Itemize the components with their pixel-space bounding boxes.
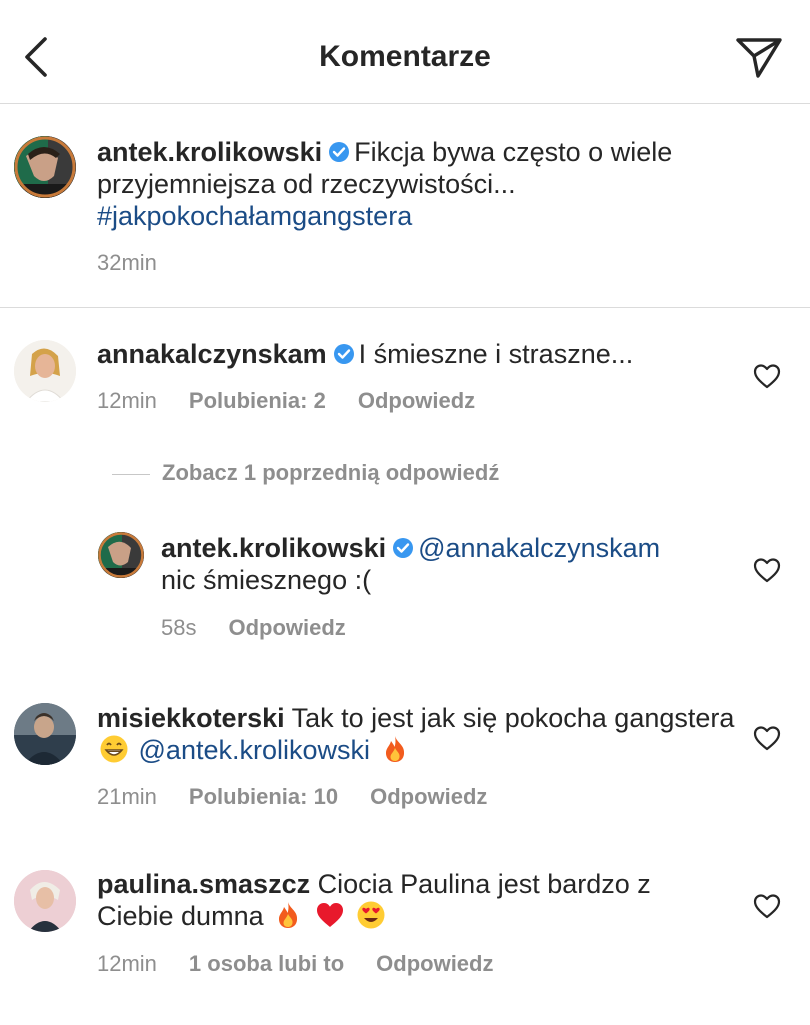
- comment-text: misiekkoterski Tak to jest jak się pokoc…: [97, 702, 737, 766]
- view-previous-replies[interactable]: Zobacz 1 poprzednią odpowiedź: [112, 460, 499, 488]
- timestamp: 58s: [161, 615, 197, 640]
- header-bar: Komentarze: [0, 0, 810, 104]
- reply-button[interactable]: Odpowiedz: [228, 615, 345, 640]
- caption-text: antek.krolikowski Fikcja bywa często o wi…: [97, 136, 747, 232]
- reply-username[interactable]: antek.krolikowski: [161, 533, 386, 563]
- verified-badge-icon: [393, 538, 414, 558]
- reply-button[interactable]: Odpowiedz: [370, 784, 487, 809]
- heart-icon[interactable]: [752, 724, 782, 752]
- avatar[interactable]: [14, 870, 76, 932]
- timestamp: 12min: [97, 951, 157, 976]
- hashtag-link[interactable]: #jakpokochałamgangstera: [97, 201, 412, 231]
- comment-body: Tak to jest jak się pokocha gangstera: [291, 703, 735, 733]
- post-caption: antek.krolikowski Fikcja bywa często o wi…: [0, 104, 810, 308]
- reply-button[interactable]: Odpowiedz: [358, 388, 475, 413]
- heart-icon[interactable]: [752, 362, 782, 390]
- timestamp: 32min: [97, 250, 157, 275]
- mention-link[interactable]: @antek.krolikowski: [139, 735, 370, 765]
- comment-meta: 12min Polubienia: 2 Odpowiedz: [97, 388, 507, 414]
- timestamp: 21min: [97, 784, 157, 809]
- paper-plane-icon: [736, 38, 782, 78]
- caption-username[interactable]: antek.krolikowski: [97, 137, 322, 167]
- avatar[interactable]: [14, 703, 76, 765]
- likes-count[interactable]: Polubienia: 10: [189, 784, 338, 809]
- verified-badge-icon: [329, 142, 350, 162]
- likes-count[interactable]: Polubienia: 2: [189, 388, 326, 413]
- comment-username[interactable]: misiekkoterski: [97, 703, 285, 733]
- comment-text: paulina.smaszcz Ciocia Paulina jest bard…: [97, 868, 697, 932]
- page-title: Komentarze: [319, 40, 491, 73]
- verified-badge-icon: [333, 344, 354, 364]
- comment-body: I śmieszne i straszne...: [358, 339, 634, 369]
- fire-emoji-icon: [385, 736, 404, 762]
- divider: [112, 473, 150, 475]
- mention-link[interactable]: @annakalczynskam: [418, 533, 660, 563]
- fire-emoji-icon: [279, 902, 298, 928]
- avatar[interactable]: [14, 136, 76, 198]
- share-button[interactable]: [730, 30, 790, 86]
- reply-meta: 58s Odpowiedz: [161, 615, 378, 641]
- heart-eyes-emoji-icon: [357, 901, 385, 929]
- caption-meta: 32min: [97, 250, 189, 276]
- timestamp: 12min: [97, 388, 157, 413]
- comment-meta: 12min 1 osoba lubi to Odpowiedz: [97, 951, 525, 977]
- comment-meta: 21min Polubienia: 10 Odpowiedz: [97, 784, 519, 810]
- comment-text: annakalczynskam I śmieszne i straszne...: [97, 338, 737, 370]
- reply-body: nic śmiesznego :(: [161, 565, 372, 595]
- heart-icon[interactable]: [752, 556, 782, 584]
- avatar[interactable]: [14, 340, 76, 402]
- reply-text: antek.krolikowski @annakalczynskam nic śm…: [161, 532, 741, 596]
- reply-button[interactable]: Odpowiedz: [376, 951, 493, 976]
- avatar[interactable]: [98, 532, 144, 578]
- red-heart-emoji-icon: [316, 903, 343, 927]
- grinning-emoji-icon: [100, 735, 128, 763]
- likes-count[interactable]: 1 osoba lubi to: [189, 951, 344, 976]
- comment-username[interactable]: annakalczynskam: [97, 339, 327, 369]
- view-replies-label: Zobacz 1 poprzednią odpowiedź: [162, 460, 500, 485]
- heart-icon[interactable]: [752, 892, 782, 920]
- comment-username[interactable]: paulina.smaszcz: [97, 869, 310, 899]
